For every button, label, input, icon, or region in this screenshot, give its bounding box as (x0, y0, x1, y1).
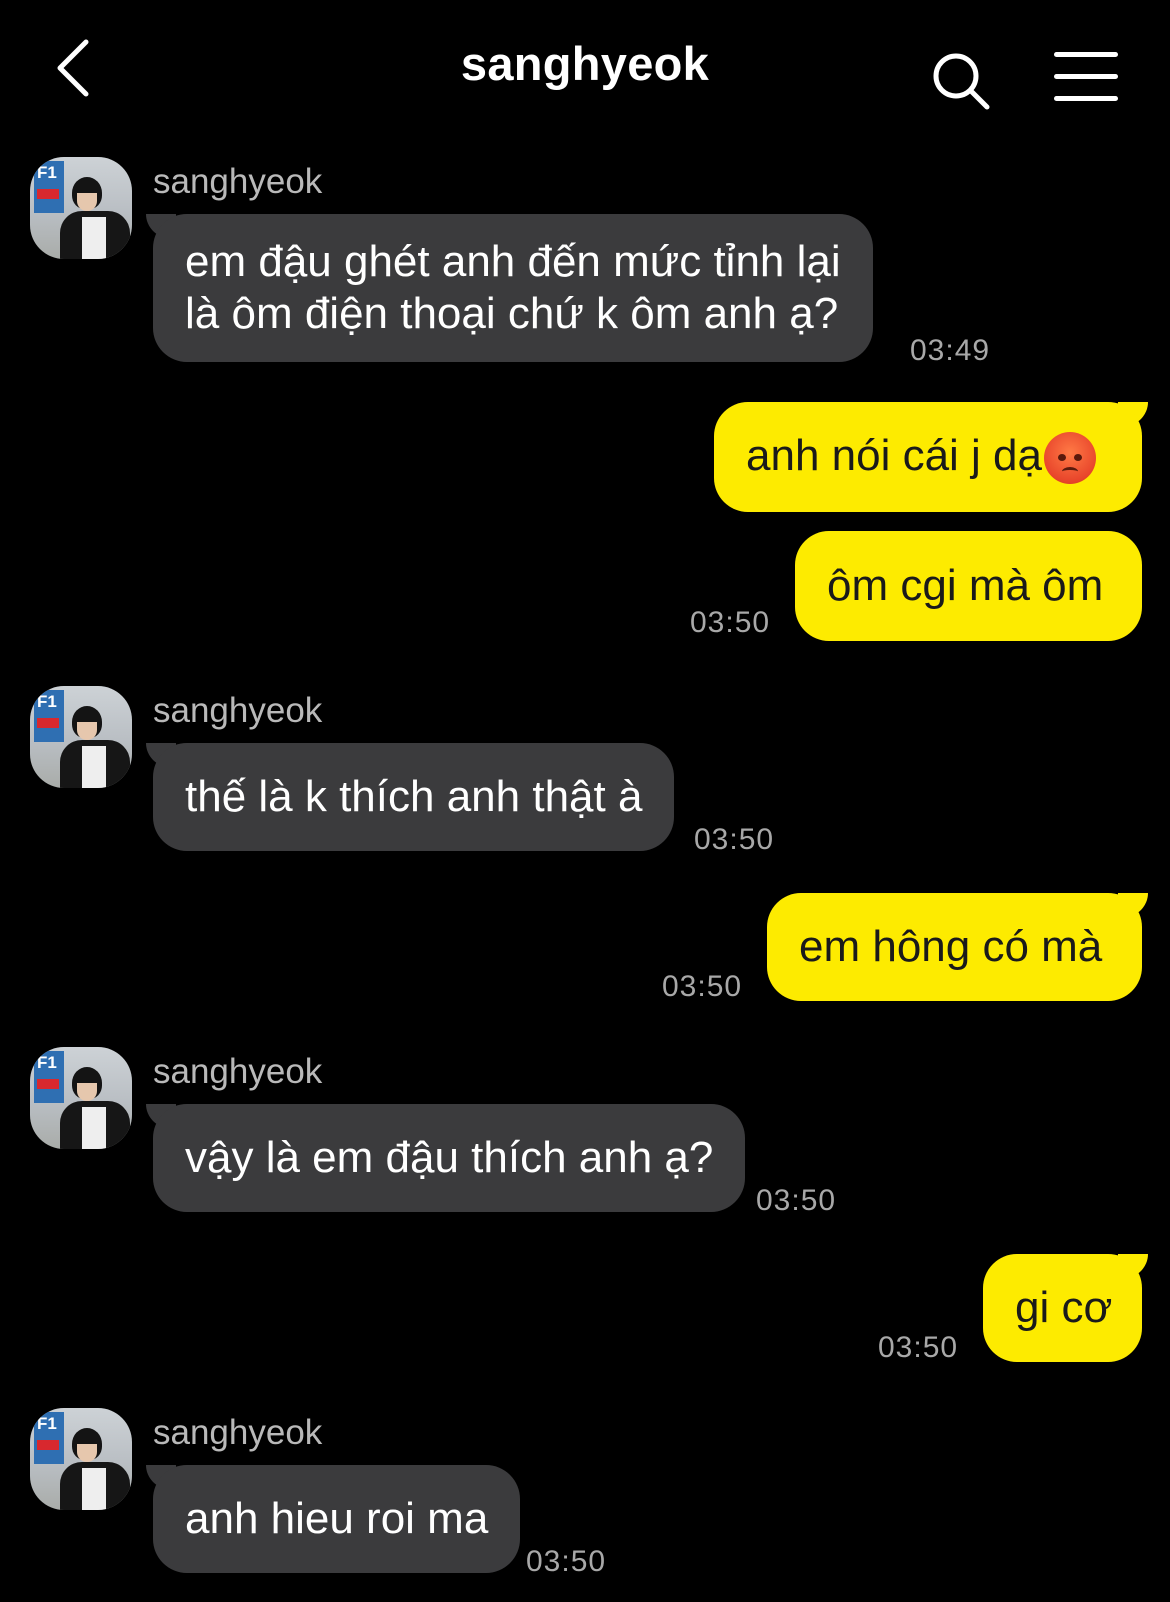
message-timestamp: 03:49 (910, 334, 991, 367)
outgoing-message-bubble[interactable]: em hông có mà (767, 893, 1142, 1001)
incoming-message-bubble[interactable]: anh hieu roi ma (153, 1465, 521, 1573)
avatar[interactable]: F1 (30, 1408, 132, 1510)
message-timestamp: 03:50 (694, 823, 775, 856)
message-text-line: là ôm điện thoại chứ k ôm anh ạ? (185, 289, 839, 338)
message-text: thế là k thích anh thật à (185, 772, 643, 821)
search-icon (933, 53, 990, 110)
message-text-line: em đậu ghét anh đến mức tỉnh lại (185, 237, 841, 286)
message-text-content: anh nói cái j dạ (746, 430, 1042, 480)
angry-face-emoji (1044, 432, 1096, 485)
sender-name: sanghyeok (153, 162, 323, 201)
message-text: vậy là em đậu thích anh ạ? (185, 1133, 714, 1182)
message-timestamp: 03:50 (690, 606, 771, 639)
outgoing-message-bubble[interactable]: ôm cgi mà ôm (795, 531, 1142, 641)
avatar[interactable]: F1 (30, 157, 132, 259)
outgoing-message-bubble[interactable]: gi cơ (983, 1254, 1142, 1362)
message-timestamp: 03:50 (526, 1545, 607, 1578)
incoming-message-bubble[interactable]: em đậu ghét anh đến mức tỉnh lại là ôm đ… (153, 214, 873, 362)
outgoing-message-bubble[interactable]: anh nói cái j dạ (714, 402, 1142, 512)
menu-button[interactable] (1054, 52, 1118, 102)
message-text: em hông có mà (799, 922, 1103, 971)
message-timestamp: 03:50 (756, 1184, 837, 1217)
message-timestamp: 03:50 (878, 1331, 959, 1364)
message-timestamp: 03:50 (662, 970, 743, 1003)
chat-header: sanghyeok (0, 0, 1170, 140)
hamburger-menu-icon (1054, 52, 1118, 101)
sender-name: sanghyeok (153, 1413, 323, 1452)
avatar[interactable]: F1 (30, 686, 132, 788)
avatar[interactable]: F1 (30, 1047, 132, 1149)
incoming-message-bubble[interactable]: vậy là em đậu thích anh ạ? (153, 1104, 746, 1212)
message-text: anh hieu roi ma (185, 1494, 489, 1543)
sender-name: sanghyeok (153, 1052, 323, 1091)
message-text: gi cơ (1015, 1283, 1113, 1332)
message-text: anh nói cái j dạ (746, 430, 1110, 485)
message-text: ôm cgi mà ôm (827, 561, 1104, 610)
sender-name: sanghyeok (153, 691, 323, 730)
incoming-message-bubble[interactable]: thế là k thích anh thật à (153, 743, 675, 851)
chat-title: sanghyeok (460, 37, 710, 90)
search-button[interactable] (930, 50, 992, 112)
